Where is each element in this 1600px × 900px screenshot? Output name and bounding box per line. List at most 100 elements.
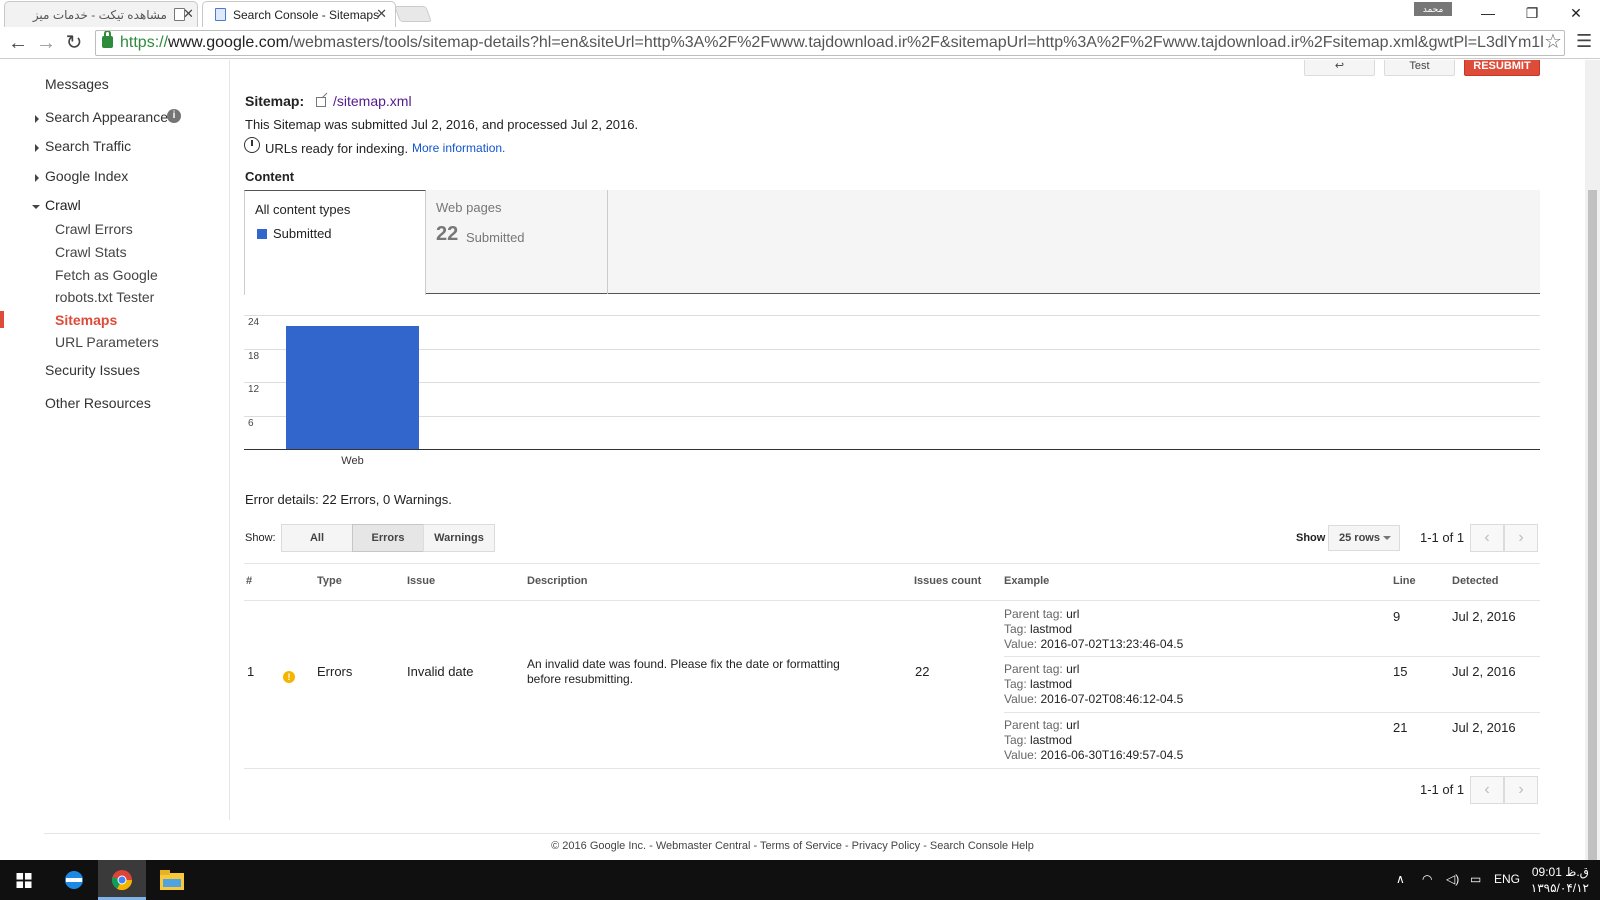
wifi-icon[interactable]: ◠ [1422, 872, 1432, 886]
browser-tab-search-console[interactable]: Search Console - Sitemaps ✕ [202, 1, 396, 27]
column-header-issues-count[interactable]: Issues count [914, 575, 981, 587]
minimize-button[interactable]: — [1466, 2, 1510, 24]
taskbar-app-network[interactable] [50, 860, 98, 900]
sidebar-item-messages[interactable]: Messages [45, 76, 109, 92]
windows-taskbar: ∧ ◠ ◁) ▭ ENG 09:01 ق.ظ ۱۳۹۵/۰۴/۱۲ [0, 860, 1600, 900]
sidebar-item-fetch-as-google[interactable]: Fetch as Google [55, 267, 158, 283]
column-header-line[interactable]: Line [1393, 575, 1416, 587]
example-value-label: Value: [1004, 748, 1038, 762]
sidebar-item-search-traffic[interactable]: Search Traffic [45, 138, 131, 154]
column-header-type[interactable]: Type [317, 575, 342, 587]
sidebar-item-crawl-stats[interactable]: Crawl Stats [55, 244, 127, 260]
close-window-button[interactable]: ✕ [1554, 2, 1598, 24]
filter-errors-button[interactable]: Errors [352, 524, 424, 552]
row-description-line2: before resubmitting. [527, 672, 634, 686]
column-header-description[interactable]: Description [527, 575, 588, 587]
new-tab-button[interactable] [394, 6, 432, 22]
column-header-issue[interactable]: Issue [407, 575, 435, 587]
more-information-link[interactable]: More information. [412, 141, 505, 155]
chevron-right-icon [35, 115, 39, 123]
back-button[interactable]: ↩ [1304, 60, 1375, 76]
footer-links[interactable]: © 2016 Google Inc. - Webmaster Central -… [0, 840, 1585, 852]
sidebar-item-crawl-errors[interactable]: Crawl Errors [55, 221, 133, 237]
sidebar-item-crawl[interactable]: Crawl [45, 197, 81, 213]
sidebar-item-url-parameters[interactable]: URL Parameters [55, 334, 159, 350]
all-content-types-label: All content types [255, 202, 351, 217]
maximize-button[interactable]: ❐ [1510, 2, 1554, 24]
example-tag-label: Tag: [1004, 622, 1027, 636]
example-detected: Jul 2, 2016 [1452, 664, 1516, 679]
test-button[interactable]: Test [1384, 60, 1455, 76]
forward-arrow-icon[interactable]: → [34, 31, 58, 55]
error-details-summary: Error details: 22 Errors, 0 Warnings. [245, 492, 452, 507]
info-icon[interactable]: i [167, 109, 181, 123]
browser-tab-ticket[interactable]: مشاهده تیکت - خدمات میز ✕ [4, 1, 198, 27]
example-value-label: Value: [1004, 692, 1038, 706]
chevron-right-icon [35, 144, 39, 152]
profile-button[interactable]: محمد [1414, 2, 1452, 16]
reload-icon[interactable]: ↻ [62, 31, 86, 55]
search-console-favicon-icon [215, 8, 226, 21]
language-indicator[interactable]: ENG [1494, 872, 1520, 886]
address-bar[interactable]: https://www.google.com/webmasters/tools/… [95, 30, 1565, 56]
bookmark-star-icon[interactable]: ☆ [1544, 29, 1562, 54]
previous-page-button-bottom[interactable]: ‹ [1470, 776, 1504, 804]
sidebar-item-other-resources[interactable]: Other Resources [45, 395, 151, 411]
example-value: 2016-07-02T13:23:46-04.5 [1040, 637, 1184, 651]
example-line: 9 [1393, 609, 1401, 624]
example-detected: Jul 2, 2016 [1452, 720, 1516, 735]
column-header-example[interactable]: Example [1004, 575, 1049, 587]
tab-web-pages[interactable]: Web pages 22 Submitted [426, 190, 608, 294]
example-parent-value: url [1066, 718, 1080, 732]
taskbar-clock[interactable]: 09:01 ق.ظ ۱۳۹۵/۰۴/۱۲ [1527, 864, 1589, 896]
sidebar-item-google-index[interactable]: Google Index [45, 168, 128, 184]
example-value: 2016-07-02T08:46:12-04.5 [1040, 692, 1184, 706]
example-tag-label: Tag: [1004, 677, 1027, 691]
filter-all-button[interactable]: All [281, 524, 353, 552]
external-link-icon[interactable] [316, 97, 326, 107]
chrome-icon [111, 870, 133, 891]
sidebar-item-security-issues[interactable]: Security Issues [45, 362, 140, 378]
example-value-label: Value: [1004, 637, 1038, 651]
sidebar: Messages Search Appearance i Search Traf… [0, 60, 230, 820]
filter-warnings-button[interactable]: Warnings [423, 524, 495, 552]
next-page-button[interactable]: › [1504, 524, 1538, 552]
chrome-menu-icon[interactable]: ☰ [1576, 31, 1592, 52]
sitemap-path-link[interactable]: /sitemap.xml [333, 93, 412, 109]
web-pages-count: 22 [436, 223, 459, 245]
close-tab-icon[interactable]: ✕ [183, 6, 194, 22]
column-header-number[interactable]: # [246, 575, 252, 587]
rows-per-page-select[interactable]: 25 rows [1328, 525, 1400, 551]
start-button[interactable] [0, 860, 48, 900]
chevron-up-icon[interactable]: ∧ [1396, 872, 1405, 886]
close-tab-icon[interactable]: ✕ [376, 6, 387, 22]
example-detected: Jul 2, 2016 [1452, 609, 1516, 624]
chart-y-tick-label: 18 [248, 350, 260, 362]
back-arrow-icon[interactable]: ← [6, 31, 30, 55]
sidebar-item-search-appearance[interactable]: Search Appearance [45, 109, 168, 125]
chart-gridline [244, 348, 1540, 350]
example-item: Parent tag: url Tag: lastmod Value: 2016… [1004, 662, 1183, 707]
volume-icon[interactable]: ◁) [1446, 872, 1459, 886]
sidebar-item-sitemaps[interactable]: Sitemaps [55, 312, 117, 328]
taskbar-app-chrome[interactable] [98, 860, 146, 900]
chart-bar[interactable] [286, 326, 419, 449]
taskbar-app-file-explorer[interactable] [148, 860, 196, 900]
column-header-detected[interactable]: Detected [1452, 575, 1498, 587]
page-scrollbar[interactable] [1585, 60, 1600, 860]
example-parent-value: url [1066, 662, 1080, 676]
example-parent-value: url [1066, 607, 1080, 621]
previous-page-button[interactable]: ‹ [1470, 524, 1504, 552]
next-page-button-bottom[interactable]: › [1504, 776, 1538, 804]
row-type: Errors [317, 664, 353, 679]
divider [1004, 712, 1540, 713]
chart-gridline [244, 382, 1540, 383]
tab-all-content-types[interactable]: All content types Submitted [244, 190, 426, 295]
chart-gridline [244, 315, 1540, 316]
scrollbar-thumb[interactable] [1588, 190, 1597, 860]
web-pages-status: Submitted [466, 230, 525, 245]
resubmit-button[interactable]: RESUBMIT [1464, 60, 1540, 76]
sidebar-item-robots-tester[interactable]: robots.txt Tester [55, 289, 154, 305]
pagination-text: 1-1 of 1 [1420, 530, 1465, 545]
notification-icon[interactable]: ▭ [1470, 872, 1481, 886]
